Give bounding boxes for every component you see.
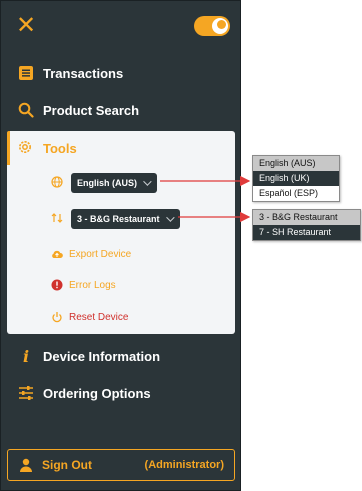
language-row: English (AUS) [51,173,157,193]
gear-icon [17,139,35,157]
reset-device-label: Reset Device [69,311,129,323]
cloud-upload-icon [51,248,63,260]
nav-label-ordering-options: Ordering Options [43,385,151,401]
language-option[interactable]: Español (ESP) [253,186,339,201]
sign-out-label: Sign Out [42,458,92,472]
list-icon [17,64,35,82]
language-dropdown: English (AUS) English (UK) Español (ESP) [252,155,340,202]
power-icon [51,311,63,323]
user-icon [18,457,34,473]
nav-label-device-information: Device Information [43,348,161,364]
globe-icon [51,176,65,190]
restaurant-dropdown: 3 - B&G Restaurant 7 - SH Restaurant [252,209,361,241]
nav-label-tools: Tools [43,140,77,156]
info-icon: i [22,346,30,366]
chevron-down-icon [165,213,175,222]
restaurant-select[interactable]: 3 - B&G Restaurant [71,209,180,229]
nav-item-ordering-options[interactable]: Ordering Options [17,383,151,403]
close-icon[interactable]: ✕ [15,14,37,38]
nav-item-device-information[interactable]: i Device Information [17,346,160,366]
side-menu-panel: ✕ Transactions Product Search Tools Engl… [0,0,241,491]
user-role: (Administrator) [144,459,224,471]
tools-section: Tools English (AUS) 3 - B&G Restaurant E… [7,131,235,334]
restaurant-option[interactable]: 7 - SH Restaurant [253,225,360,240]
nav-item-product-search[interactable]: Product Search [17,100,139,120]
reset-device-button[interactable]: Reset Device [51,311,128,323]
restaurant-select-value: 3 - B&G Restaurant [77,214,160,224]
restaurant-row: 3 - B&G Restaurant [51,209,180,229]
active-indicator [7,131,10,165]
language-option[interactable]: English (AUS) [253,156,339,171]
search-icon [17,101,35,119]
language-select[interactable]: English (AUS) [71,173,157,193]
language-option[interactable]: English (UK) [253,171,339,186]
nav-label-transactions: Transactions [43,65,124,81]
sliders-icon [17,384,35,402]
error-logs-button[interactable]: Error Logs [51,279,116,291]
nav-item-tools[interactable]: Tools [17,139,77,157]
dark-mode-toggle[interactable] [194,16,230,36]
alert-icon [51,279,63,291]
nav-label-product-search: Product Search [43,102,140,118]
export-device-button[interactable]: Export Device [51,248,131,260]
restaurant-option[interactable]: 3 - B&G Restaurant [253,210,360,225]
error-logs-label: Error Logs [69,279,116,291]
sign-out-button[interactable]: Sign Out (Administrator) [7,449,235,481]
chevron-down-icon [143,177,152,186]
moon-icon [212,18,228,34]
nav-item-transactions[interactable]: Transactions [17,63,123,83]
language-select-value: English (AUS) [77,178,137,188]
swap-icon [51,212,65,226]
export-device-label: Export Device [69,248,132,260]
